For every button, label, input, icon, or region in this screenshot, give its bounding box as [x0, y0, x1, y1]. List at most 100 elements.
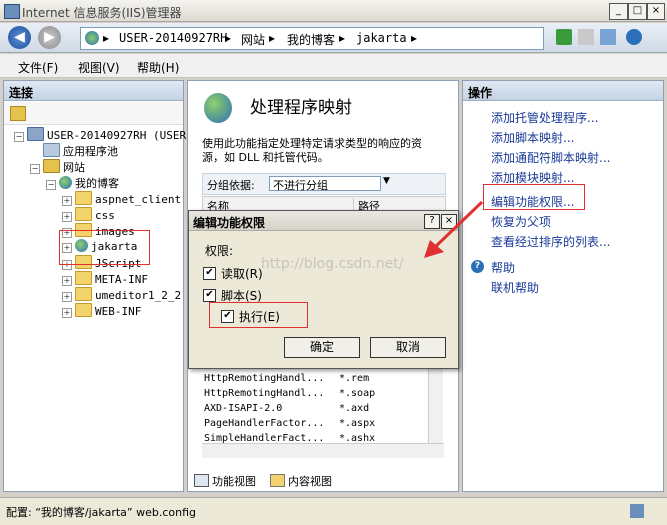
table-row[interactable]: HttpRemotingHandl... *.soap	[204, 388, 375, 399]
collapse-icon[interactable]: −	[14, 132, 24, 142]
tree-item[interactable]: + aspnet_client	[62, 191, 181, 206]
folder-icon	[75, 303, 92, 317]
collapse-icon[interactable]: −	[46, 180, 56, 190]
tree-item[interactable]: − 网站	[30, 159, 85, 175]
row-path: *.aspx	[339, 418, 376, 429]
forward-arrow-icon[interactable]: ▶	[38, 26, 61, 49]
group-by-label: 分组依据:	[207, 179, 255, 192]
breadcrumb-separator[interactable]: ▸	[225, 31, 231, 45]
breadcrumb-separator[interactable]: ▸	[103, 31, 109, 45]
tree-item-label: META-INF	[95, 273, 148, 286]
tree-item-label: 应用程序池	[63, 145, 118, 158]
horizontal-scrollbar[interactable]	[202, 443, 444, 458]
menu-file[interactable]: 文件(F)	[18, 59, 58, 76]
table-row[interactable]: HttpRemotingHandl... *.rem	[204, 373, 369, 384]
chevron-down-icon[interactable]: ▼	[383, 176, 390, 186]
folder-icon	[75, 207, 92, 221]
table-row[interactable]: AXD-ISAPI-2.0 *.axd	[204, 403, 369, 414]
tree-item[interactable]: 应用程序池	[30, 143, 118, 159]
collapse-icon[interactable]: −	[30, 164, 40, 174]
tab-feature-view[interactable]: 功能视图	[194, 473, 256, 489]
actions-header: 操作	[463, 81, 663, 101]
breadcrumb-separator[interactable]: ▸	[411, 31, 417, 45]
tab-content-view[interactable]: 内容视图	[270, 473, 332, 489]
expand-icon[interactable]: +	[62, 292, 72, 302]
connections-header: 连接	[4, 81, 183, 101]
tree-item[interactable]: + WEB-INF	[62, 303, 141, 318]
vertical-scrollbar[interactable]	[428, 361, 443, 443]
maximize-button[interactable]: □	[628, 3, 647, 20]
row-path: *.rem	[339, 373, 370, 384]
sites-icon	[43, 159, 60, 173]
row-name: HttpRemotingHandl...	[204, 373, 325, 384]
breadcrumb-separator[interactable]: ▸	[339, 31, 345, 45]
expand-icon[interactable]: +	[62, 212, 72, 222]
group-by-select[interactable]: 不进行分组	[269, 176, 381, 192]
row-name: HttpRemotingHandl...	[204, 388, 325, 399]
menu-view[interactable]: 视图(V)	[78, 59, 120, 76]
stop-icon[interactable]	[578, 29, 594, 45]
tree-item[interactable]: − USER-20140927RH (USER-	[14, 127, 193, 142]
tab-feature-view-label: 功能视图	[212, 475, 256, 488]
action-item[interactable]: 添加通配符脚本映射...	[491, 149, 610, 166]
folder-icon	[75, 191, 92, 205]
status-text: 配置: “我的博客/jakarta” web.config	[6, 506, 196, 519]
menu-bar: 文件(F) 视图(V) 帮助(H)	[0, 54, 667, 78]
annotation-arrow	[424, 200, 484, 258]
content-view-icon	[270, 474, 285, 487]
read-checkbox[interactable]: ✔	[203, 267, 216, 280]
tree-item-label: umeditor1_2_2	[95, 289, 182, 302]
tree-item-label: 我的博客	[75, 177, 119, 190]
table-row[interactable]: PageHandlerFactor... *.aspx	[204, 418, 375, 429]
menu-help[interactable]: 帮助(H)	[137, 59, 179, 76]
breadcrumb-separator[interactable]: ▸	[269, 31, 275, 45]
help-icon[interactable]	[626, 29, 642, 45]
action-item[interactable]: 编辑功能权限...	[491, 193, 574, 210]
tree-item[interactable]: + css	[62, 207, 115, 222]
breadcrumb-site[interactable]: 我的博客	[287, 31, 335, 48]
expand-icon[interactable]: +	[62, 196, 72, 206]
connect-icon[interactable]	[10, 106, 26, 121]
action-item[interactable]: 添加托管处理程序...	[491, 109, 598, 126]
page-description: 使用此功能指定处理特定请求类型的响应的资源，如 DLL 和托管代码。	[202, 137, 422, 164]
action-online-help[interactable]: 联机帮助	[491, 279, 539, 296]
app-pool-icon	[43, 143, 60, 157]
action-help[interactable]: 帮助	[491, 259, 515, 276]
read-label[interactable]: 读取(R)	[221, 265, 263, 282]
minimize-button[interactable]: _	[609, 3, 628, 20]
feature-view-icon	[194, 474, 209, 487]
action-item[interactable]: 添加模块映射...	[491, 169, 574, 186]
cancel-button[interactable]: 取消	[370, 337, 446, 358]
expand-icon[interactable]: +	[62, 276, 72, 286]
action-item[interactable]: 恢复为父项	[491, 213, 551, 230]
tree-item[interactable]: + META-INF	[62, 271, 148, 286]
row-path: *.soap	[339, 388, 376, 399]
expand-icon[interactable]: +	[62, 308, 72, 318]
action-item[interactable]: 添加脚本映射...	[491, 129, 574, 146]
breadcrumb-app[interactable]: jakarta	[356, 31, 407, 45]
back-arrow-icon[interactable]: ◀	[8, 26, 31, 49]
dialog-title: 编辑功能权限	[189, 211, 458, 231]
tree-item[interactable]: + umeditor1_2_2	[62, 287, 181, 302]
status-icon	[630, 504, 644, 518]
ok-button[interactable]: 确定	[284, 337, 360, 358]
edit-permissions-dialog: 编辑功能权限 ? × 权限: ✔ 读取(R) ✔ 脚本(S) ✔ 执行(E) h…	[188, 210, 459, 369]
tab-content-view-label: 内容视图	[288, 475, 332, 488]
breadcrumb-sites[interactable]: 网站	[241, 31, 265, 48]
execute-highlight-box	[209, 302, 308, 328]
home-icon[interactable]	[600, 29, 616, 45]
watermark-text: http://blog.csdn.net/	[261, 256, 404, 272]
tree-item[interactable]: − 我的博客	[46, 175, 119, 191]
tree-item-label: css	[95, 209, 115, 222]
site-tree: − USER-20140927RH (USER- 应用程序池 − 网站 − 我的博客 + asp…	[4, 127, 193, 487]
refresh-icon[interactable]	[556, 29, 572, 45]
iis-app-icon	[4, 4, 20, 19]
close-window-button[interactable]: ×	[647, 3, 665, 20]
action-item[interactable]: 查看经过排序的列表...	[491, 233, 610, 250]
globe-icon	[85, 31, 99, 45]
address-toolbar: ◀ ▶ ▸ USER-20140927RH ▸ 网站 ▸ 我的博客 ▸ jaka…	[0, 23, 667, 53]
breadcrumb-server[interactable]: USER-20140927RH	[119, 31, 227, 45]
group-by-bar: 分组依据: 不进行分组 ▼	[202, 173, 446, 195]
script-checkbox[interactable]: ✔	[203, 289, 216, 302]
address-bar[interactable]: ▸ USER-20140927RH ▸ 网站 ▸ 我的博客 ▸ jakarta …	[80, 27, 544, 50]
